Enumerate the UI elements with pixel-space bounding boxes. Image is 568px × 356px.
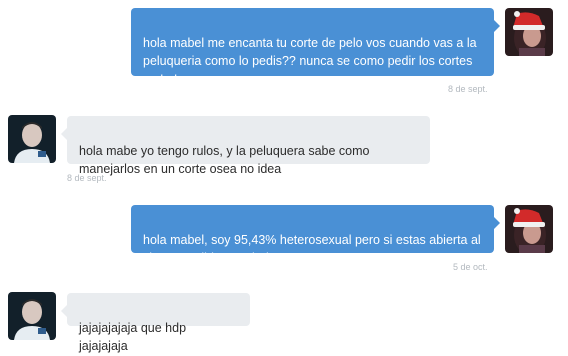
message-text: hola mabel, soy 95,43% heterosexual pero… [143,232,481,266]
message-bubble-received: hola mabe yo tengo rulos, y la peluquera… [61,116,430,176]
message-timestamp: 8 de sept. [448,84,488,94]
avatar-santa-hat-icon[interactable] [505,8,553,56]
message-timestamp: 5 de oct. [453,262,488,272]
message-timestamp: 8 de sept. [67,173,107,183]
message-text: jajajajajaja que hdp jajajajaja [79,320,187,354]
message-bubble-received: jajajajajaja que hdp jajajajaja [61,293,250,353]
message-text: hola mabel me encanta tu corte de pelo v… [143,35,477,87]
bubble-caret [494,20,500,32]
message-bubble-sent: hola mabel me encanta tu corte de pelo v… [131,8,500,87]
bubble-caret [61,305,67,317]
avatar-person-icon[interactable] [8,292,56,340]
message-bubble-sent: hola mabel, soy 95,43% heterosexual pero… [131,205,500,265]
bubble-caret [61,128,67,140]
avatar-santa-hat-icon[interactable] [505,205,553,253]
avatar-person-icon[interactable] [8,115,56,163]
message-text: hola mabe yo tengo rulos, y la peluquera… [79,143,370,177]
bubble-caret [494,217,500,229]
